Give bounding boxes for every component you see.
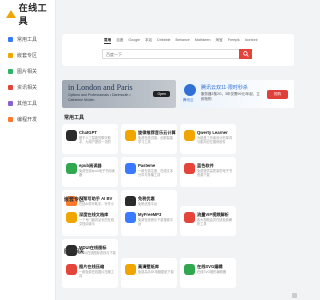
tool-description: 免费在线试用，创新智能学习工具	[138, 136, 174, 145]
tool-description: 免费在线音乐下载搜索平台	[138, 218, 174, 227]
sidebar-item-label: 编程开发	[17, 116, 38, 123]
search-button[interactable]	[239, 49, 252, 59]
tool-name: Qwerty Learner	[197, 130, 228, 135]
search-engine-tab[interactable]: 常用	[104, 38, 112, 44]
tool-icon	[184, 212, 195, 223]
sidebar-nav: 常用工具嵌套专区图片相关资讯相关其他工具编程开发	[0, 32, 55, 126]
tool-card[interactable]: MyFreeMP3 免费在线音乐下载搜索平台	[121, 206, 177, 236]
banner-open-button[interactable]: Open	[153, 91, 170, 97]
scroll-to-top-button[interactable]	[292, 293, 297, 298]
tool-icon	[125, 264, 136, 275]
banner-london-paris[interactable]: in London and Paris Options and Professi…	[62, 80, 176, 108]
tool-icon	[184, 130, 195, 141]
banner-title: in London and Paris	[68, 83, 133, 92]
sidebar-item-1[interactable]: 嵌套专区	[0, 48, 55, 62]
tool-card[interactable]: ChatGPT 基于人工智能的聊天助手，为用户提供一流的	[62, 124, 118, 154]
sidebar-item-label: 图片相关	[17, 68, 38, 75]
logo-text: 在线工具	[18, 3, 48, 26]
tool-icon	[66, 264, 77, 275]
tool-card[interactable]: 图片在线压缩 一款免费在线图片压缩工具	[62, 258, 118, 288]
sidebar-item-0[interactable]: 常用工具	[0, 32, 55, 46]
sidebar-item-icon	[8, 52, 13, 58]
sidebar-item-icon	[8, 84, 13, 90]
tool-icon	[125, 163, 136, 174]
tool-description: 各大视频会员在线免费解析工具	[197, 218, 233, 227]
banner-subtitle: 服务器2核2G，3年仅需99元/年起，立即抢购	[201, 92, 260, 101]
section-grid-images: 图片在线压缩 一款免费在线图片压缩工具 高清壁纸库 免费高清4K电脑壁纸下载 在线SVG…	[62, 258, 294, 288]
tool-card[interactable]: 深度在线文档库 一个专门面向站长的在线文档阅读与	[62, 206, 118, 236]
sidebar-item-icon	[8, 100, 13, 106]
tool-icon	[125, 212, 136, 223]
tool-description: 在线SVG图形编辑器	[197, 270, 227, 274]
tencent-cloud-logo-icon	[184, 84, 196, 96]
banner-buy-button[interactable]: 抢购	[267, 90, 288, 99]
logo[interactable]: 在线工具	[0, 2, 55, 26]
tool-icon	[66, 163, 77, 174]
sidebar-item-label: 常用工具	[17, 36, 38, 43]
search-engine-tab[interactable]: Mathkeen	[195, 38, 211, 44]
search-engine-tab[interactable]: Iconfont	[245, 38, 258, 44]
banner-subtitle: Options and Professionals • Dartmouth • …	[68, 93, 131, 102]
ad-banners: in London and Paris Options and Professi…	[62, 80, 294, 108]
tool-description: 为键盘工作者设计的单词与肌肉记忆锻炼软件	[197, 136, 233, 145]
search-input[interactable]	[102, 49, 239, 59]
tool-description: 一款无需注册、在线文本分享与传输工具	[138, 169, 174, 178]
search-engine-tab[interactable]: Google	[128, 38, 140, 44]
tool-card[interactable]: 流量VIP视频解析 各大视频会员在线免费解析工具	[180, 206, 236, 236]
search-engine-tabs: 常用 百度 Google 本站 Dribbble Behance Mathkeen 淘宝 Fre…	[62, 34, 294, 44]
search-icon	[242, 51, 249, 57]
tool-icon	[184, 163, 195, 174]
sidebar-item-label: 资讯相关	[17, 84, 38, 91]
sidebar-item-5[interactable]: 编程开发	[0, 112, 55, 126]
tool-card[interactable]: 蓝色软件 免费提供高质量的电子书资源下载	[180, 157, 236, 187]
tool-card[interactable]: 旋律推荐音乐云计算 免费在线试用，创新智能学习工具	[121, 124, 177, 154]
search-engine-tab[interactable]: Dribbble	[157, 38, 170, 44]
tool-name: ChatGPT	[79, 130, 97, 135]
tool-description: 免费在线epub电子书阅读器	[79, 169, 115, 178]
tool-icon	[184, 264, 195, 275]
search-engine-tab[interactable]: Behance	[176, 38, 190, 44]
banner-logo-text: 腾讯云	[183, 98, 194, 102]
banner-tencent-cloud[interactable]: 腾讯云 腾讯云双11·限时秒杀 服务器2核2G，3年仅需99元/年起，立即抢购 …	[180, 80, 294, 108]
sidebar-item-4[interactable]: 其他工具	[0, 96, 55, 110]
tool-name: MyFreeMP3	[138, 212, 162, 217]
search-engine-tab[interactable]: 本站	[145, 38, 152, 44]
search-bar	[102, 49, 252, 59]
sidebar-item-icon	[8, 116, 13, 122]
section-title-nested: 嵌套专区	[64, 197, 85, 203]
tool-card[interactable]: Qwerty Learner 为键盘工作者设计的单词与肌肉记忆锻炼软件	[180, 124, 236, 154]
sidebar-item-icon	[8, 36, 13, 42]
sidebar-item-label: 其他工具	[17, 100, 38, 107]
sidebar-item-label: 嵌套专区	[17, 52, 38, 59]
tool-name: Pasteme	[138, 163, 156, 168]
tool-description: 基于人工智能的聊天助手，为用户提供一流的	[79, 136, 111, 145]
tool-icon	[66, 212, 77, 223]
tool-icon	[125, 130, 136, 141]
tool-description: 一个专门面向站长的在线文档阅读与	[79, 218, 115, 227]
sidebar-item-3[interactable]: 资讯相关	[0, 80, 55, 94]
search-engine-tab[interactable]: 百度	[116, 38, 123, 44]
sidebar-item-2[interactable]: 图片相关	[0, 64, 55, 78]
tool-description: 免费高清4K电脑壁纸下载	[138, 270, 174, 274]
tool-description: 一款免费在线图片压缩工具	[79, 270, 115, 279]
banner-title: 腾讯云双11·限时秒杀	[201, 85, 248, 91]
tool-icon	[66, 130, 77, 141]
search-panel: 常用 百度 Google 本站 Dribbble Behance Mathkeen 淘宝 Fre…	[62, 34, 294, 66]
tool-card[interactable]: epub阅读器 免费在线epub电子书阅读器	[62, 157, 118, 187]
sidebar: 在线工具 常用工具嵌套专区图片相关资讯相关其他工具编程开发	[0, 0, 56, 300]
section-title-common-tools: 常用工具	[64, 115, 85, 121]
tool-card[interactable]: 在线SVG编辑 在线SVG图形编辑器	[180, 258, 236, 288]
tool-card[interactable]: 高清壁纸库 免费高清4K电脑壁纸下载	[121, 258, 177, 288]
tool-description: 免费提供高质量的电子书资源下载	[197, 169, 233, 178]
main-content: 常用 百度 Google 本站 Dribbble Behance Mathkeen 淘宝 Fre…	[56, 0, 300, 300]
search-engine-tab[interactable]: Freepik	[228, 38, 240, 44]
tool-card[interactable]: Pasteme 一款无需注册、在线文本分享与传输工具	[121, 157, 177, 187]
search-engine-tab[interactable]: 淘宝	[216, 38, 223, 44]
sidebar-item-icon	[8, 68, 13, 74]
section-title-images: 图片相关	[64, 249, 85, 255]
logo-icon	[6, 9, 16, 19]
